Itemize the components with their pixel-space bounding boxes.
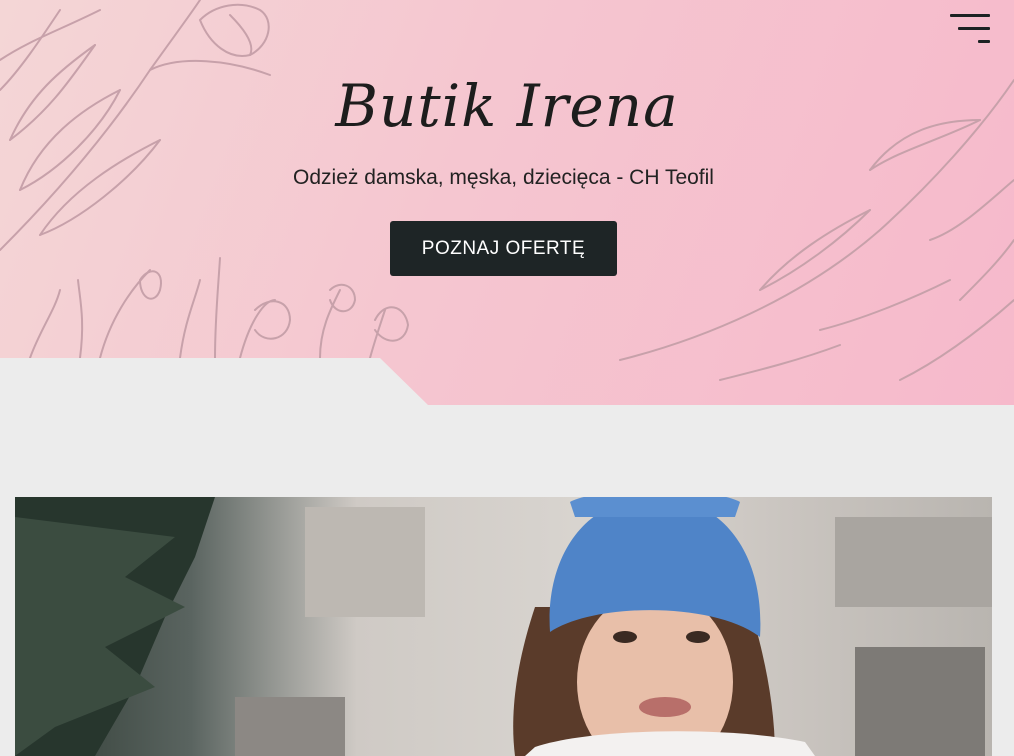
photo-illustration [15, 497, 992, 756]
hamburger-menu-icon-line [950, 14, 990, 17]
menu-toggle-button[interactable] [948, 12, 992, 48]
brand-title: Butik Irena [335, 72, 679, 140]
hamburger-menu-icon-line [978, 40, 990, 43]
hero-tagline: Odzież damska, męska, dziecięca - CH Teo… [293, 166, 714, 189]
hero-photo [15, 497, 992, 756]
floral-decoration [0, 0, 1014, 381]
hero-section: Butik Irena Odzież damska, męska, dzieci… [0, 0, 1014, 405]
hamburger-menu-icon-line [958, 27, 990, 30]
offer-button[interactable]: POZNAJ OFERTĘ [390, 221, 617, 276]
